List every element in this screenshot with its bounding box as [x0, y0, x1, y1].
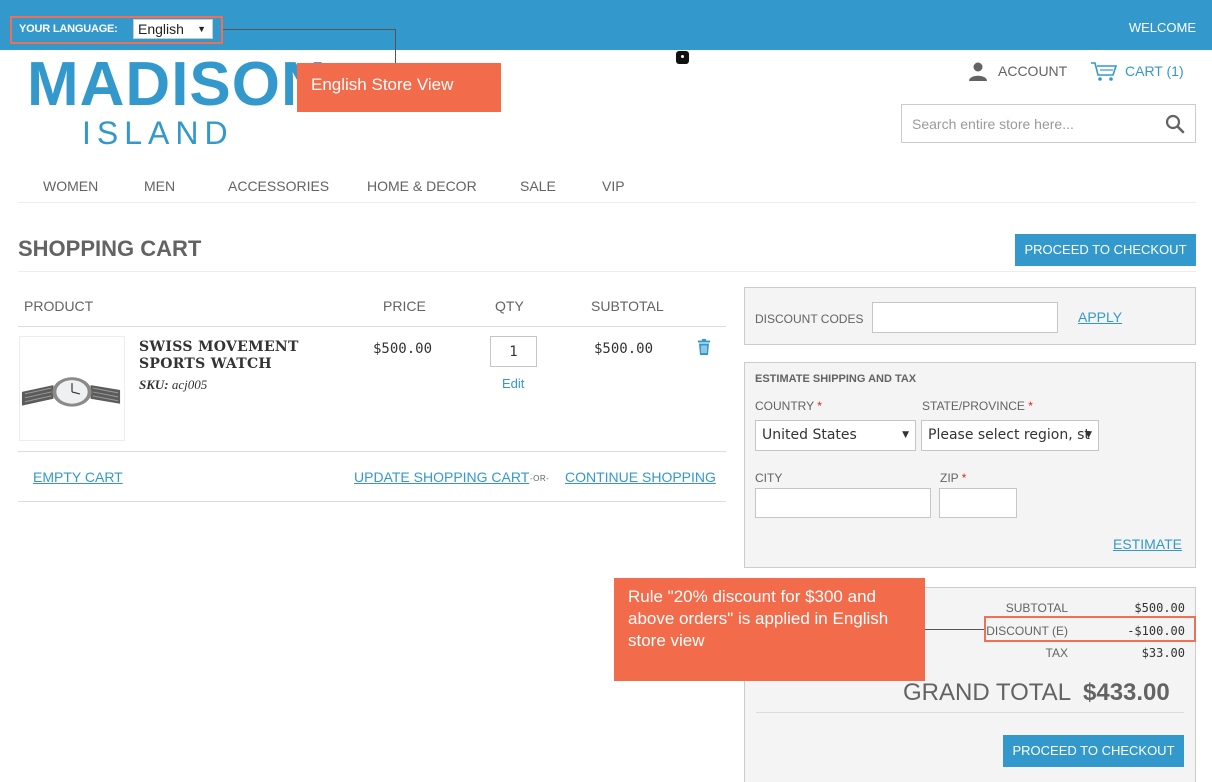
discount-code-input[interactable] [872, 302, 1058, 333]
nav-item-sale[interactable]: SALE [520, 178, 556, 194]
nav-item-women[interactable]: WOMEN [43, 178, 98, 194]
product-sku: SKU: acj005 [139, 377, 207, 393]
cursor-marker-icon [676, 51, 689, 64]
required-mark: * [961, 471, 967, 485]
main-nav: WOMEN MEN ACCESSORIES HOME & DECOR SALE … [18, 178, 1196, 203]
column-header-product: PRODUCT [24, 298, 94, 314]
discount-highlight-box [984, 616, 1196, 642]
watch-image [21, 377, 121, 407]
required-mark: * [817, 399, 822, 413]
language-label: YOUR LANGUAGE: [19, 23, 118, 35]
language-select-value: English [138, 21, 184, 37]
divider [756, 712, 1184, 713]
empty-cart-link[interactable]: EMPTY CART [33, 469, 123, 485]
proceed-to-checkout-button-bottom[interactable]: PROCEED TO CHECKOUT [1003, 735, 1184, 767]
trash-icon[interactable] [697, 339, 711, 355]
nav-item-vip[interactable]: VIP [602, 178, 625, 194]
column-header-qty: QTY [495, 298, 524, 314]
account-link[interactable]: ACCOUNT [998, 63, 1067, 79]
callout-connector [395, 29, 396, 64]
or-separator: -OR- [530, 474, 550, 483]
quantity-input[interactable]: 1 [490, 336, 537, 367]
estimate-button[interactable]: ESTIMATE [1113, 536, 1182, 552]
product-name[interactable]: SWISS MOVEMENT SPORTS WATCH [139, 339, 309, 373]
state-select[interactable]: Please select region, st ▼ [921, 420, 1099, 451]
divider [18, 501, 726, 502]
column-header-price: PRICE [383, 298, 426, 314]
zip-label-text: ZIP [940, 471, 959, 485]
divider [18, 326, 726, 327]
shipping-title: ESTIMATE SHIPPING AND TAX [755, 373, 917, 385]
search-bar [901, 104, 1196, 143]
country-label: COUNTRY * [755, 399, 822, 413]
state-label: STATE/PROVINCE * [922, 399, 1033, 413]
cart-link[interactable]: CART (1) [1125, 63, 1184, 79]
proceed-to-checkout-button[interactable]: PROCEED TO CHECKOUT [1015, 234, 1196, 266]
nav-item-men[interactable]: MEN [144, 178, 175, 194]
callout-store-view: English Store View [297, 63, 501, 112]
logo-wordmark[interactable]: MADISON [27, 50, 327, 120]
grand-total-label: GRAND TOTAL [903, 679, 1072, 706]
chevron-down-icon: ▼ [902, 430, 909, 440]
chevron-down-icon: ▼ [1085, 430, 1092, 440]
chevron-down-icon: ▼ [197, 24, 206, 34]
country-value: United States [762, 427, 857, 443]
callout-connector [925, 629, 984, 630]
edit-item-link[interactable]: Edit [502, 376, 524, 391]
callout-discount-rule: Rule "20% discount for $300 and above or… [614, 578, 925, 681]
subtotal-label: SUBTOTAL [1005, 601, 1068, 615]
state-value: Please select region, st [928, 427, 1090, 443]
nav-item-accessories[interactable]: ACCESSORIES [228, 178, 329, 194]
callout-connector [223, 29, 396, 30]
logo-subtitle: ISLAND [82, 115, 234, 151]
divider [18, 271, 1196, 272]
product-price: $500.00 [373, 341, 433, 357]
cart-icon[interactable] [1090, 60, 1118, 82]
zip-label: ZIP * [940, 471, 966, 485]
divider [18, 451, 726, 452]
product-thumbnail[interactable] [19, 336, 125, 441]
country-label-text: COUNTRY [755, 399, 814, 413]
search-input[interactable] [902, 105, 1152, 142]
country-select[interactable]: United States ▼ [755, 420, 916, 451]
update-cart-link[interactable]: UPDATE SHOPPING CART [354, 469, 529, 485]
sku-value: acj005 [171, 377, 208, 392]
language-select[interactable]: English ▼ [133, 19, 213, 39]
tax-value: $33.00 [1141, 646, 1185, 660]
state-label-text: STATE/PROVINCE [922, 399, 1025, 413]
city-input[interactable] [755, 488, 931, 518]
apply-button[interactable]: APPLY [1078, 309, 1122, 325]
sku-label: SKU: [139, 377, 169, 392]
account-icon[interactable] [968, 61, 988, 81]
search-icon[interactable] [1165, 114, 1185, 134]
city-label: CITY [755, 471, 783, 485]
nav-item-home-decor[interactable]: HOME & DECOR [367, 178, 477, 194]
product-subtotal: $500.00 [594, 341, 654, 357]
grand-total-value: $433.00 [1083, 679, 1170, 706]
zip-input[interactable] [939, 488, 1017, 518]
required-mark: * [1028, 399, 1033, 413]
subtotal-value: $500.00 [1134, 601, 1185, 615]
tax-label: TAX [1045, 646, 1068, 660]
column-header-subtotal: SUBTOTAL [591, 298, 664, 314]
discount-label: DISCOUNT CODES [755, 312, 864, 326]
welcome-text: WELCOME [1128, 20, 1196, 35]
page-title: SHOPPING CART [18, 236, 202, 261]
continue-shopping-link[interactable]: CONTINUE SHOPPING [565, 469, 716, 485]
